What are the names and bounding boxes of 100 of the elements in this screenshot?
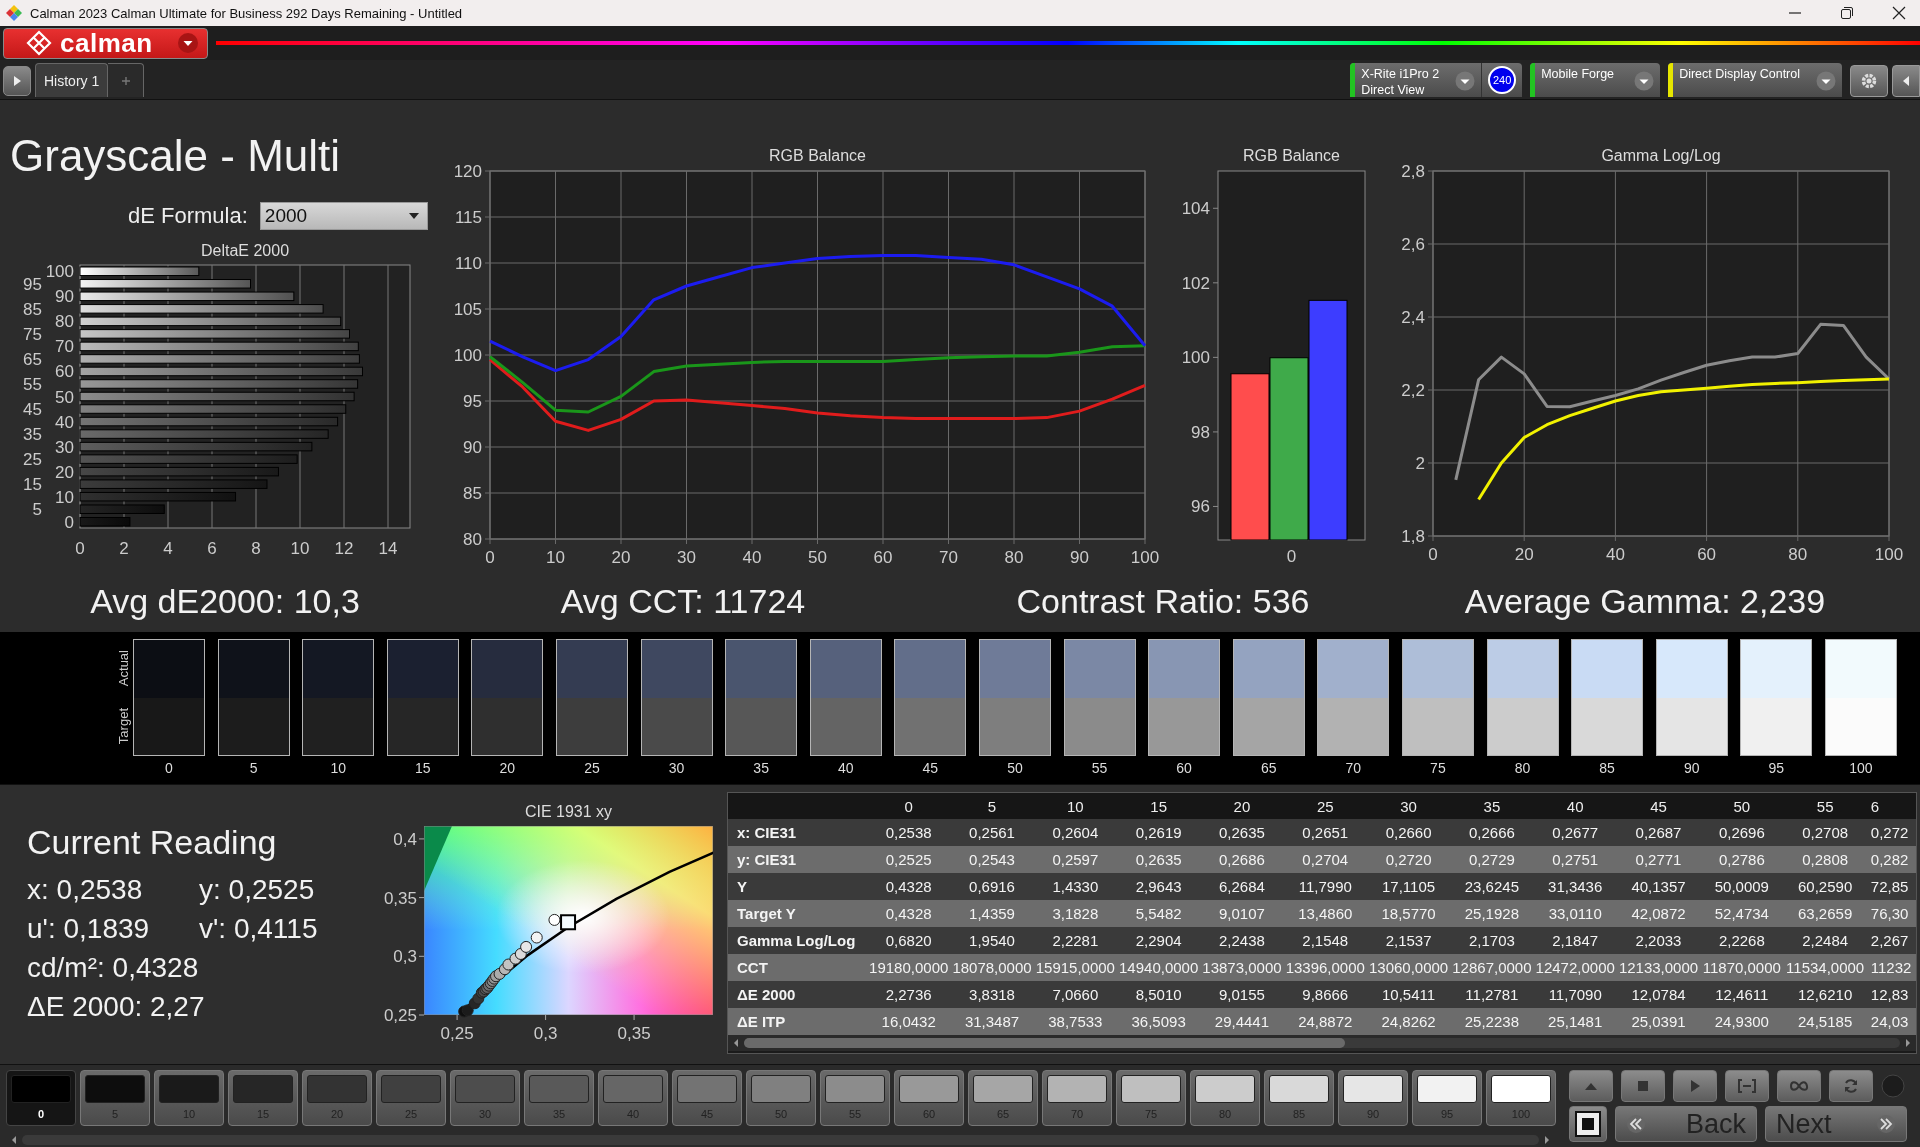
axis-label: 0,3: [393, 947, 417, 967]
table-cell: 0,2525: [885, 851, 932, 868]
patch-button[interactable]: 0: [6, 1070, 76, 1126]
row-header: ΔE ITP: [737, 1013, 786, 1030]
row-header: x: CIE31: [737, 824, 797, 841]
formula-dropdown[interactable]: 2000: [259, 202, 428, 230]
stop-icon: [1637, 1080, 1649, 1092]
table-cell: 0,2720: [1385, 851, 1432, 868]
table-cell: 9,0107: [1219, 905, 1265, 922]
table-cell: 19180,0000: [869, 959, 949, 976]
column-header: 5: [987, 797, 997, 815]
row-header: y: CIE31: [737, 851, 797, 868]
measurement-point: [530, 931, 543, 944]
summary-value: Avg dE2000: 10,3: [90, 581, 360, 620]
device-selector[interactable]: Direct Display Control: [1668, 63, 1842, 97]
table-cell: 10,5411: [1382, 986, 1436, 1003]
column-header: 35: [1483, 797, 1501, 815]
swatch-label: 80: [1514, 760, 1531, 776]
row-header: Y: [737, 878, 747, 895]
settings-button[interactable]: [1850, 65, 1888, 97]
measure-button[interactable]: [1725, 1070, 1769, 1102]
table-cell: 6,2684: [1219, 878, 1265, 895]
table-cell: 36,5093: [1131, 1013, 1186, 1030]
axis-label: 80: [463, 530, 482, 549]
play-icon: [11, 75, 23, 87]
axis-label: 20: [1514, 545, 1534, 564]
scrollbar-thumb[interactable]: [744, 1038, 1346, 1048]
table-cell: 0,2786: [1718, 851, 1765, 868]
axis-label: 98: [1191, 422, 1210, 442]
table-cell: 13060,0000: [1368, 959, 1449, 976]
axis-label: 100: [1130, 548, 1160, 567]
app-menu-button[interactable]: calman: [3, 27, 208, 59]
axis-label: 50: [808, 548, 827, 567]
table-cell: 0,6916: [969, 878, 1015, 895]
table-cell: 0,2729: [1468, 851, 1515, 868]
axis-label: 10: [290, 539, 310, 558]
axis-label: 0,4: [393, 829, 417, 849]
settings-icon: [1859, 71, 1879, 91]
table-cell: 2,2033: [1635, 932, 1682, 949]
double-left-icon: [1626, 1114, 1646, 1134]
device-selector[interactable]: X-Rite i1Pro 2 Direct View 240: [1350, 63, 1523, 97]
axis-label: 2: [119, 539, 129, 558]
table-cell: 0,2677: [1552, 824, 1599, 841]
swatch-label: 10: [330, 760, 346, 776]
row-header: Target Y: [737, 905, 796, 922]
column-header: 30: [1400, 797, 1417, 815]
table-cell: 25,2238: [1464, 1013, 1519, 1030]
history-tab[interactable]: History 1: [35, 63, 109, 97]
column-header: 15: [1150, 797, 1167, 815]
formula-label: dE Formula:: [128, 203, 248, 229]
reading-value: u': 0,1839: [27, 912, 151, 946]
add-tab-button[interactable]: [108, 63, 145, 97]
swatch-label: 20: [499, 760, 516, 776]
table-cell: 0,2666: [1468, 824, 1515, 841]
stop-button[interactable]: [1621, 1070, 1665, 1102]
chart-title: DeltaE 2000: [200, 242, 290, 259]
table-cell: 38,7533: [1048, 1013, 1103, 1030]
back-button[interactable]: Back: [1615, 1106, 1757, 1142]
device-selector[interactable]: Mobile Forge: [1530, 63, 1661, 97]
axis-label: 85: [463, 484, 482, 503]
axis-label: 30: [55, 437, 74, 457]
bracket-icon: [1738, 1079, 1756, 1093]
up-button[interactable]: [1569, 1070, 1613, 1102]
table-cell: 24,9300: [1714, 1013, 1769, 1030]
table-cell: 8,5010: [1135, 986, 1182, 1003]
restore-icon[interactable]: [1840, 6, 1854, 20]
axis-label: 120: [453, 162, 482, 181]
table-cell: 0,2651: [1302, 824, 1349, 841]
measurement-point: [548, 913, 561, 926]
play-icon: [1689, 1079, 1701, 1093]
axis-label: 80: [1004, 548, 1024, 567]
table-cell: 1,4359: [969, 905, 1015, 922]
scroll-right-icon: [1543, 1134, 1551, 1145]
horizontal-scrollbar[interactable]: [728, 1035, 1916, 1051]
axis-label: 0: [1286, 547, 1297, 566]
table-cell: 33,0110: [1548, 905, 1602, 922]
axis-label: 0,35: [383, 888, 417, 908]
table-cell: 2,2736: [885, 986, 932, 1003]
loop-button[interactable]: [1777, 1070, 1821, 1102]
axis-label: 40: [742, 548, 762, 567]
table-cell: 16,0432: [881, 1013, 936, 1030]
axis-label: 100: [453, 346, 482, 365]
left-arrow-icon: [1901, 75, 1911, 87]
refresh-icon: [1843, 1078, 1859, 1094]
next-button[interactable]: Next: [1765, 1106, 1907, 1142]
collapse-button[interactable]: [1892, 65, 1920, 97]
refresh-button[interactable]: [1829, 1070, 1873, 1102]
table-cell: 24,8262: [1381, 1013, 1436, 1030]
axis-label: 0: [485, 548, 495, 567]
stop-square-button[interactable]: [1569, 1106, 1607, 1142]
table-cell: 12,0784: [1631, 986, 1686, 1003]
table-cell: 0,282: [1870, 851, 1909, 868]
axis-label: 14: [378, 539, 398, 558]
caret-icon: [177, 32, 199, 54]
axis-label: 95: [23, 274, 42, 294]
table-cell: 31,3436: [1548, 878, 1603, 895]
close-icon[interactable]: [1892, 6, 1906, 20]
axis-label: 10: [55, 487, 74, 507]
axis-label: 2,6: [1401, 235, 1425, 254]
play-button[interactable]: [3, 66, 31, 96]
